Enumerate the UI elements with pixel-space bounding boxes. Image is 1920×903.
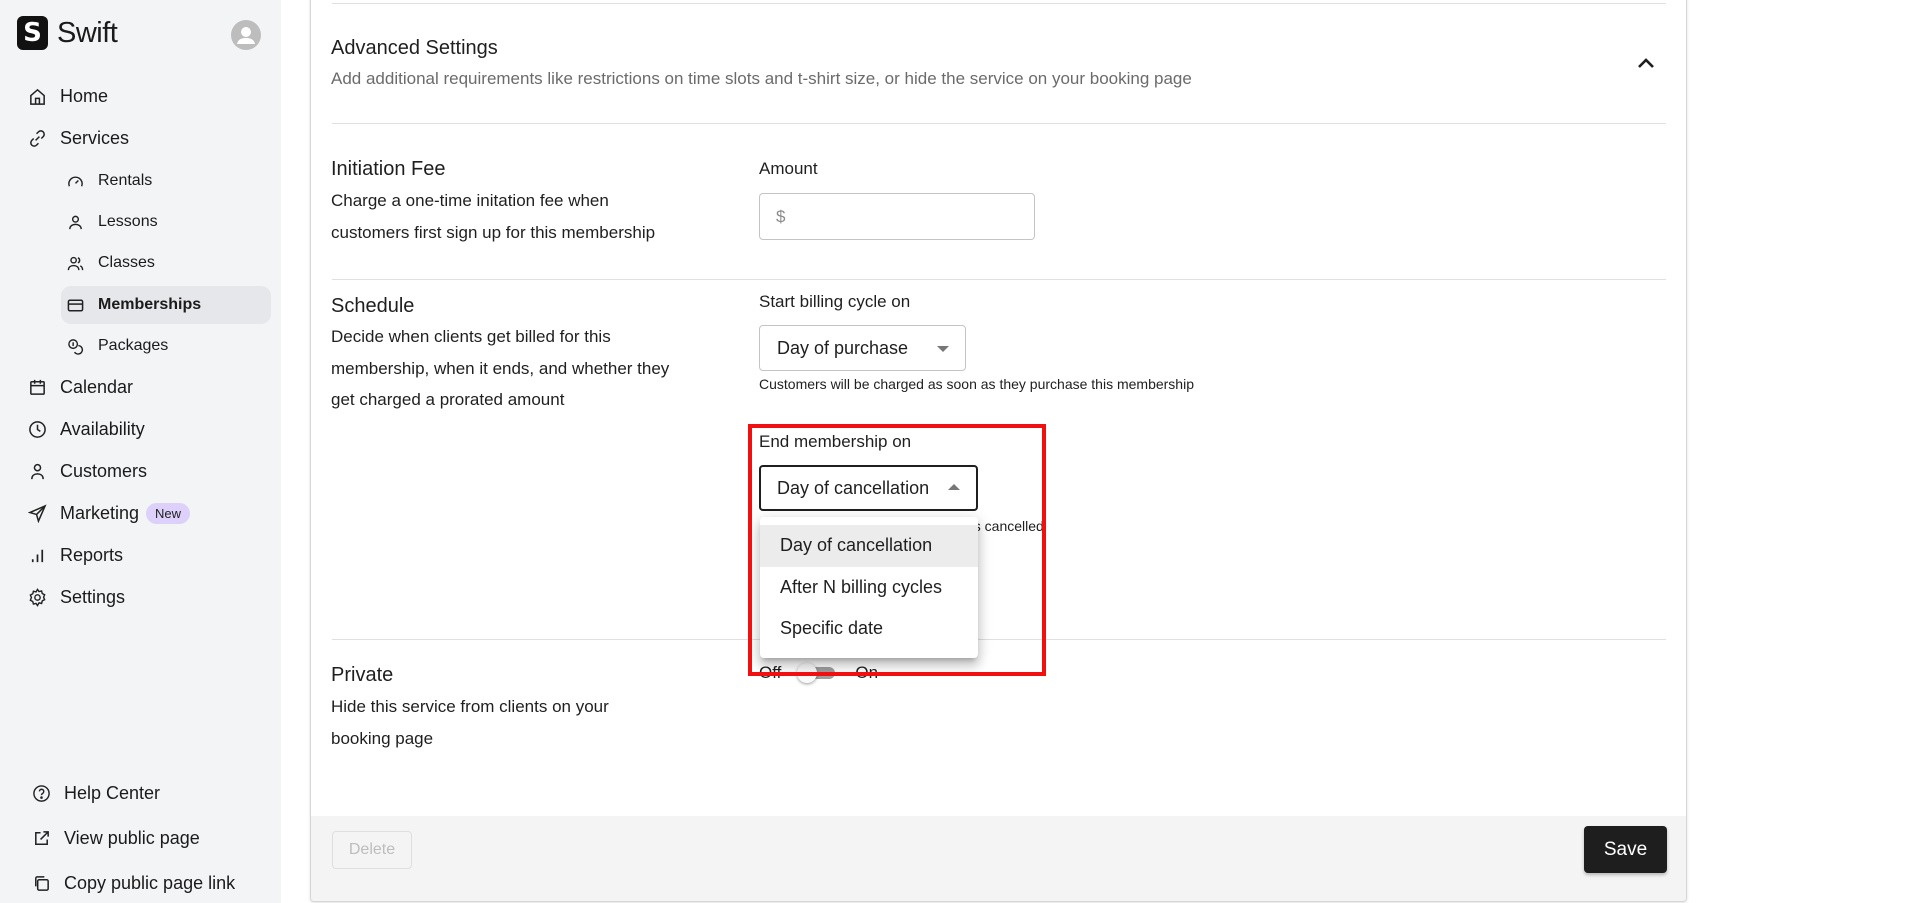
start-billing-value: Day of purchase xyxy=(777,337,909,358)
brand[interactable]: S Swift xyxy=(17,16,118,50)
advanced-settings-header[interactable]: Advanced Settings Add additional require… xyxy=(311,4,1686,124)
sidebar-item-home[interactable]: Home xyxy=(27,86,108,107)
sidebar-item-reports[interactable]: Reports xyxy=(27,545,123,566)
link-icon xyxy=(27,129,47,149)
private-description: Hide this service from clients on your b… xyxy=(331,697,609,748)
help-circle-icon xyxy=(31,784,51,804)
new-badge: New xyxy=(146,503,191,524)
sidebar-item-settings[interactable]: Settings xyxy=(27,587,125,608)
sidebar-item-label: Copy public page link xyxy=(64,873,236,893)
sidebar-item-label: Lessons xyxy=(98,213,158,230)
end-membership-options-menu: Day of cancellation After N billing cycl… xyxy=(760,517,978,658)
amount-input-wrapper[interactable]: $ xyxy=(759,193,1035,240)
sidebar-item-label: Services xyxy=(60,128,130,148)
sidebar-item-packages[interactable]: Packages xyxy=(61,327,271,365)
sidebar-item-marketing[interactable]: Marketing New xyxy=(27,503,191,524)
calendar-icon xyxy=(27,378,47,398)
view-public-page-link[interactable]: View public page xyxy=(31,828,200,849)
end-membership-select[interactable]: Day of cancellation xyxy=(759,465,978,511)
sidebar-item-label: Rentals xyxy=(98,172,153,189)
initiation-fee-title: Initiation Fee xyxy=(331,158,446,180)
option-after-n-billing-cycles[interactable]: After N billing cycles xyxy=(760,567,978,609)
private-toggle[interactable] xyxy=(797,662,837,684)
bar-chart-icon xyxy=(27,546,47,566)
membership-form-card: Advanced Settings Add additional require… xyxy=(310,0,1687,902)
start-billing-label: Start billing cycle on xyxy=(759,292,911,311)
sidebar-item-services[interactable]: Services xyxy=(27,128,129,149)
start-billing-select[interactable]: Day of purchase xyxy=(759,325,966,371)
chevron-up-icon[interactable] xyxy=(1637,56,1655,68)
sidebar-item-label: Memberships xyxy=(98,296,202,313)
option-specific-date[interactable]: Specific date xyxy=(760,608,978,650)
sidebar-item-classes[interactable]: Classes xyxy=(61,244,271,282)
private-title: Private xyxy=(331,664,394,686)
sidebar-item-customers[interactable]: Customers xyxy=(27,461,147,482)
save-button[interactable]: Save xyxy=(1584,826,1667,873)
end-membership-value: Day of cancellation xyxy=(777,477,930,498)
sidebar-item-label: Help Center xyxy=(64,783,161,803)
private-toggle-row: Off On xyxy=(759,662,878,684)
gear-icon xyxy=(27,588,47,608)
sidebar-item-label: Reports xyxy=(60,545,124,565)
currency-prefix: $ xyxy=(776,206,786,226)
help-center-link[interactable]: Help Center xyxy=(31,783,160,804)
start-billing-helper: Customers will be charged as soon as the… xyxy=(759,376,1194,392)
amount-label: Amount xyxy=(759,159,818,178)
amount-input[interactable] xyxy=(791,206,1034,227)
caret-up-icon xyxy=(948,484,960,490)
initiation-fee-description: Charge a one-time initation fee when cus… xyxy=(331,191,656,242)
people-icon xyxy=(66,254,84,272)
coins-icon xyxy=(66,337,84,355)
sidebar-item-rentals[interactable]: Rentals xyxy=(61,162,271,200)
sidebar-item-label: Classes xyxy=(98,254,155,271)
sidebar-item-label: Calendar xyxy=(60,377,134,397)
schedule-title: Schedule xyxy=(331,295,415,317)
divider xyxy=(332,639,1666,640)
app-name: Swift xyxy=(57,16,118,49)
sidebar-item-lessons[interactable]: Lessons xyxy=(61,203,271,241)
user-icon xyxy=(237,27,255,44)
divider xyxy=(332,123,1666,124)
toggle-on-label: On xyxy=(855,663,879,682)
person-icon xyxy=(27,462,47,482)
sidebar-item-label: Settings xyxy=(60,587,126,607)
home-icon xyxy=(27,87,47,107)
external-link-icon xyxy=(31,829,51,849)
caret-down-icon xyxy=(937,346,949,352)
sidebar-item-calendar[interactable]: Calendar xyxy=(27,377,133,398)
sidebar-item-label: Packages xyxy=(98,337,169,354)
divider xyxy=(332,279,1666,280)
sidebar-item-memberships[interactable]: Memberships xyxy=(61,286,271,324)
copy-icon xyxy=(31,874,51,894)
clock-icon xyxy=(27,420,47,440)
person-icon xyxy=(66,213,84,231)
advanced-settings-title: Advanced Settings xyxy=(331,37,498,59)
toggle-thumb xyxy=(797,663,818,683)
option-day-of-cancellation[interactable]: Day of cancellation xyxy=(760,525,978,567)
send-icon xyxy=(27,504,47,524)
toggle-off-label: Off xyxy=(759,663,782,682)
sidebar-item-availability[interactable]: Availability xyxy=(27,419,145,440)
sidebar-item-label: View public page xyxy=(64,828,200,848)
gauge-icon xyxy=(66,172,84,190)
copy-public-link[interactable]: Copy public page link xyxy=(31,873,235,894)
schedule-description: Decide when clients get billed for this … xyxy=(331,327,670,409)
advanced-settings-description: Add additional requirements like restric… xyxy=(331,69,1192,88)
end-membership-label: End membership on xyxy=(759,432,912,451)
card-icon xyxy=(66,296,84,314)
logo-icon: S xyxy=(17,16,48,50)
sidebar-item-label: Home xyxy=(60,86,109,106)
avatar[interactable] xyxy=(231,20,261,50)
sidebar-item-label: Marketing xyxy=(60,503,140,523)
delete-button[interactable]: Delete xyxy=(332,831,412,869)
form-footer: Delete Save xyxy=(311,816,1686,901)
sidebar: S Swift Home Services Rentals Lessons Cl… xyxy=(0,0,281,903)
sidebar-item-label: Availability xyxy=(60,419,145,439)
sidebar-item-label: Customers xyxy=(60,461,148,481)
